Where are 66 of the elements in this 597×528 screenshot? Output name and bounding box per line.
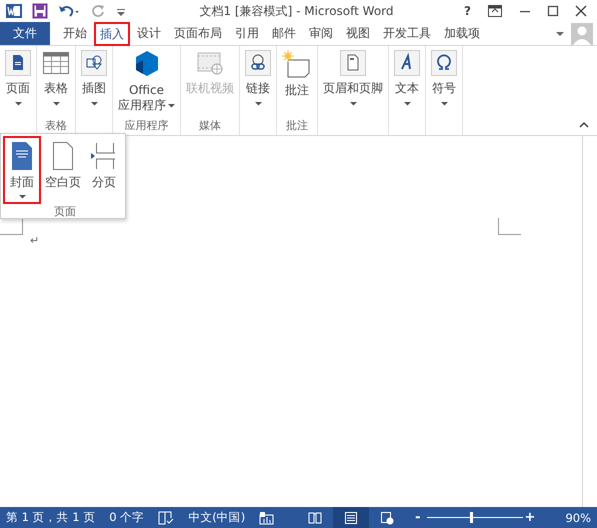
page-break-icon: [91, 141, 117, 171]
table-icon: [42, 50, 70, 76]
group-label: 表格: [44, 118, 68, 133]
zoom-in-button[interactable]: +: [524, 510, 536, 525]
corner-mark-icon: [497, 218, 521, 236]
file-tab[interactable]: 文件: [0, 22, 50, 45]
view-button[interactable]: [333, 507, 370, 528]
book-icon: [308, 510, 322, 524]
language-label[interactable]: 中文(中国): [188, 510, 246, 525]
word-count[interactable]: 0 个字: [109, 510, 144, 525]
ribbon-tab[interactable]: 视图: [340, 22, 376, 45]
ribbon-button[interactable]: 符号: [428, 50, 460, 133]
shapes-icon: [81, 50, 107, 76]
ribbon-tab[interactable]: 插入: [94, 22, 130, 46]
dropdown-item[interactable]: 分页: [85, 136, 123, 204]
caret-icon[interactable]: [556, 30, 564, 36]
word-logo-icon[interactable]: [6, 3, 22, 19]
collapse-ribbon-icon[interactable]: [579, 121, 589, 129]
ribbon-tab[interactable]: 审阅: [303, 22, 339, 45]
ribbon-button[interactable]: 插图: [78, 50, 110, 133]
ribbon-tab[interactable]: 开发工具: [377, 22, 437, 45]
page-icon: [5, 50, 31, 76]
group-label: 批注: [285, 118, 309, 133]
group-label: 页面: [53, 204, 77, 220]
close-icon[interactable]: [575, 4, 587, 18]
zoom-slider-thumb[interactable]: [470, 512, 473, 523]
corner-mark-icon: [0, 218, 24, 236]
group-label: 媒体: [198, 118, 222, 133]
macro-icon[interactable]: [259, 510, 276, 524]
dropdown-item[interactable]: 封面: [3, 136, 41, 204]
text-icon: [394, 50, 420, 76]
ribbon-display-icon[interactable]: [487, 4, 503, 18]
blank-page-icon: [51, 141, 75, 171]
ribbon-button[interactable]: 文本: [391, 50, 423, 133]
comment-icon: [282, 50, 312, 78]
dropdown-item[interactable]: 空白页: [41, 136, 85, 204]
maximize-icon[interactable]: [547, 4, 559, 18]
omega-icon: [431, 50, 457, 76]
ribbon-tab[interactable]: 加载项: [438, 22, 486, 45]
header-footer-icon: [340, 50, 366, 76]
group-label: 应用程序: [124, 118, 170, 133]
page-count[interactable]: 第 1 页，共 1 页: [6, 510, 96, 525]
undo-icon[interactable]: [58, 3, 80, 19]
ribbon-tab[interactable]: 引用: [229, 22, 265, 45]
ribbon-tab[interactable]: 设计: [131, 22, 167, 45]
video-icon: [196, 50, 224, 76]
cover-page-icon: [10, 141, 34, 171]
link-icon: [245, 50, 271, 76]
ribbon-button[interactable]: 链接: [242, 50, 274, 133]
ribbon-tab[interactable]: 邮件: [266, 22, 302, 45]
save-icon[interactable]: [32, 3, 48, 19]
window-title: 文档1 [兼容模式] - Microsoft Word: [198, 2, 395, 20]
ribbon-button[interactable]: 表格: [39, 50, 73, 118]
paragraph-mark: ↵: [30, 234, 40, 247]
help-button[interactable]: ?: [464, 4, 471, 18]
ribbon-button[interactable]: Office 应用程序: [115, 50, 178, 118]
ribbon-button[interactable]: 批注: [279, 50, 315, 118]
proofing-icon[interactable]: [158, 510, 174, 524]
ribbon-tab[interactable]: 页面布局: [168, 22, 228, 45]
ribbon-button[interactable]: 页面: [2, 50, 34, 133]
page-layout-icon: [344, 510, 358, 524]
ribbon-tab[interactable]: 开始: [57, 22, 93, 45]
web-layout-icon: [380, 510, 394, 524]
zoom-level[interactable]: 90%: [565, 510, 591, 524]
zoom-out-button[interactable]: -: [415, 510, 421, 525]
ribbon-button[interactable]: 页眉和页脚: [320, 50, 386, 133]
